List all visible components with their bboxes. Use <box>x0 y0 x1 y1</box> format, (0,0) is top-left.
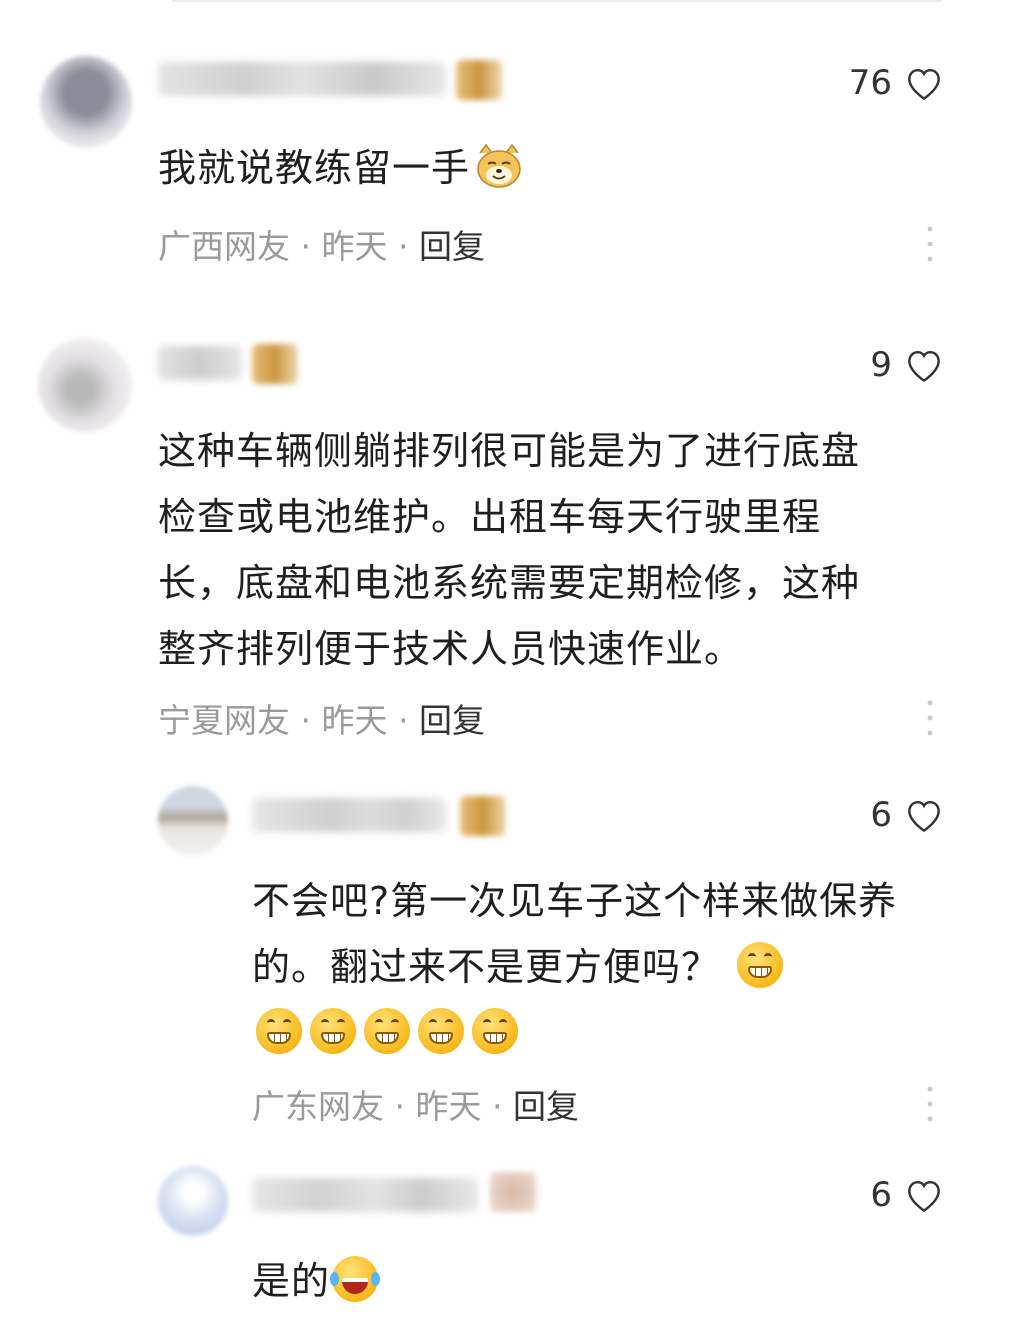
user-badge-icon <box>460 796 506 836</box>
username[interactable] <box>252 1178 478 1212</box>
username[interactable] <box>158 346 242 380</box>
comment-meta: 广东网友 · 昨天 · 回复 <box>252 1080 579 1128</box>
time-label: 昨天 <box>321 227 388 266</box>
grin-emoji-icon <box>364 1008 410 1054</box>
time-label: 昨天 <box>321 701 388 740</box>
more-options-icon[interactable] <box>926 1084 934 1124</box>
comment-text-content: 我就说教练留一手 <box>158 146 471 190</box>
like-control[interactable]: 6 <box>870 792 946 838</box>
user-badge-icon <box>456 60 502 100</box>
comment-meta: 广西网友 · 昨天 · 回复 <box>158 220 485 268</box>
username[interactable] <box>252 798 446 832</box>
grin-emoji-icon <box>256 1008 302 1054</box>
reply-button[interactable]: 回复 <box>419 701 485 740</box>
grin-emoji-icon <box>472 1008 518 1054</box>
grin-emoji-icon <box>737 942 784 988</box>
reply-button[interactable]: 回复 <box>419 227 485 266</box>
time-label: 昨天 <box>415 1087 482 1126</box>
comment-text: 这种车辆侧躺排列很可能是为了进行底盘检查或电池维护。出租车每天行驶里程长，底盘和… <box>158 418 898 682</box>
avatar[interactable] <box>38 338 132 432</box>
user-badge-icon <box>490 1172 536 1212</box>
separator: · <box>290 227 322 266</box>
comment-text-content: 这种车辆侧躺排列很可能是为了进行底盘检查或电池维护。出租车每天行驶里程长，底盘和… <box>158 429 861 671</box>
reply-button[interactable]: 回复 <box>513 1087 579 1126</box>
comment-text-content: 不会吧?第一次见车子这个样来做保养的。翻过来不是更方便吗？ <box>252 879 898 989</box>
separator: · <box>481 1087 513 1126</box>
location-label: 广西网友 <box>158 227 290 266</box>
comment-text: 我就说教练留一手 <box>158 135 898 201</box>
like-count: 6 <box>870 795 892 835</box>
like-count: 76 <box>848 63 892 103</box>
top-divider <box>172 0 942 2</box>
like-count: 6 <box>870 1175 892 1215</box>
location-label: 广东网友 <box>252 1087 384 1126</box>
heart-icon[interactable] <box>902 343 946 387</box>
location-label: 宁夏网友 <box>158 701 290 740</box>
avatar[interactable] <box>158 786 228 856</box>
avatar[interactable] <box>40 56 132 148</box>
grin-emoji-icon <box>418 1008 464 1054</box>
comment-text-content: 是的 <box>252 1259 331 1303</box>
like-control[interactable]: 6 <box>870 1172 946 1218</box>
comment-text: 是的 <box>252 1248 902 1314</box>
more-options-icon[interactable] <box>926 698 934 738</box>
user-badge-icon <box>252 344 298 384</box>
comment-meta: 宁夏网友 · 昨天 · 回复 <box>158 694 485 742</box>
laugh-tears-emoji-icon <box>330 1256 381 1302</box>
separator: · <box>387 227 419 266</box>
more-options-icon[interactable] <box>926 224 934 264</box>
avatar[interactable] <box>158 1166 228 1236</box>
like-control[interactable]: 9 <box>870 342 946 388</box>
like-control[interactable]: 76 <box>849 60 946 106</box>
comment-text: 不会吧?第一次见车子这个样来做保养的。翻过来不是更方便吗？ <box>252 868 902 1066</box>
heart-icon[interactable] <box>902 1173 946 1217</box>
heart-icon[interactable] <box>902 793 946 837</box>
doge-emoji-icon <box>474 143 524 189</box>
separator: · <box>387 701 419 740</box>
separator: · <box>290 701 322 740</box>
username[interactable] <box>158 62 446 96</box>
grin-emoji-icon <box>310 1008 356 1054</box>
separator: · <box>384 1087 416 1126</box>
like-count: 9 <box>870 345 892 385</box>
heart-icon[interactable] <box>902 61 946 105</box>
